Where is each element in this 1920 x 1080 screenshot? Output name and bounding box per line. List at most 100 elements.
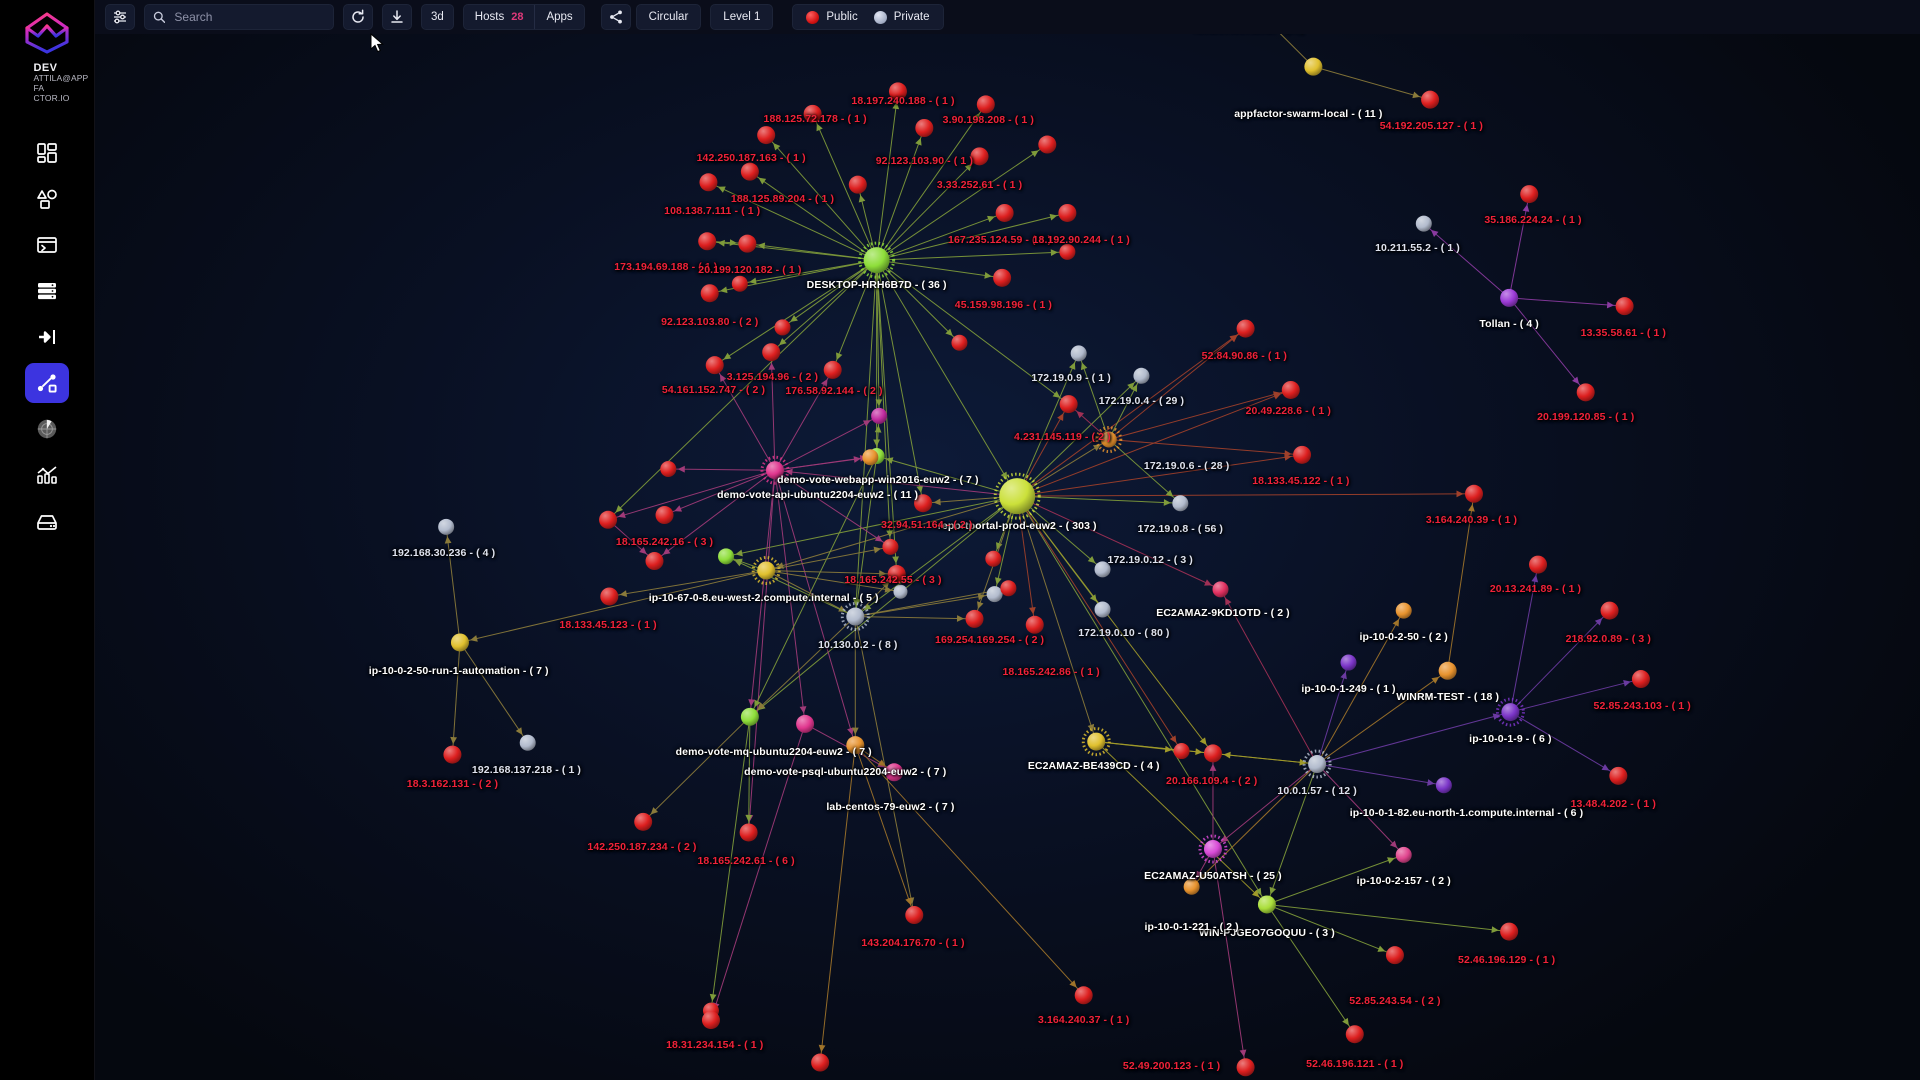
graph-node[interactable] bbox=[1345, 1025, 1364, 1044]
graph-node[interactable] bbox=[965, 609, 984, 628]
graph-node[interactable] bbox=[1257, 895, 1276, 914]
graph-node[interactable] bbox=[450, 633, 469, 652]
graph-node[interactable] bbox=[698, 232, 717, 251]
graph-node[interactable] bbox=[774, 319, 791, 336]
graph-node[interactable] bbox=[995, 203, 1014, 222]
graph-node[interactable] bbox=[519, 734, 536, 751]
graph-node[interactable] bbox=[848, 175, 867, 194]
graph-node[interactable] bbox=[882, 538, 899, 555]
graph-node[interactable] bbox=[1631, 670, 1650, 689]
graph-node[interactable] bbox=[885, 763, 904, 782]
apps-tab[interactable]: Apps bbox=[534, 5, 583, 29]
graph-node[interactable] bbox=[740, 707, 759, 726]
graph-node[interactable] bbox=[738, 234, 757, 253]
search-box[interactable] bbox=[144, 4, 334, 30]
graph-node[interactable] bbox=[914, 494, 933, 513]
graph-node[interactable] bbox=[1212, 581, 1229, 598]
graph-node[interactable] bbox=[1203, 744, 1222, 763]
graph-node[interactable] bbox=[1094, 561, 1111, 578]
three-d-toggle-button[interactable]: 3d bbox=[421, 4, 454, 30]
graph-node[interactable] bbox=[1094, 601, 1111, 618]
graph-node[interactable] bbox=[1281, 380, 1300, 399]
graph-node[interactable] bbox=[888, 82, 907, 101]
graph-node[interactable] bbox=[1600, 601, 1619, 620]
graph-node[interactable] bbox=[803, 104, 822, 123]
graph-node[interactable] bbox=[796, 714, 815, 733]
graph-node[interactable] bbox=[599, 510, 618, 529]
graph-node[interactable] bbox=[1100, 431, 1117, 448]
share-button[interactable] bbox=[600, 4, 631, 30]
graph-node[interactable] bbox=[1609, 766, 1628, 785]
graph-node[interactable] bbox=[718, 548, 735, 565]
graph-node[interactable] bbox=[1395, 602, 1412, 619]
graph-node[interactable] bbox=[438, 518, 455, 535]
graph-node[interactable] bbox=[893, 584, 908, 599]
graph-node[interactable] bbox=[757, 561, 776, 580]
graph-node[interactable] bbox=[1236, 1058, 1255, 1077]
search-input[interactable] bbox=[172, 9, 325, 25]
graph-node[interactable] bbox=[1203, 839, 1222, 858]
graph-node[interactable] bbox=[1000, 580, 1017, 597]
graph-node[interactable] bbox=[1615, 297, 1634, 316]
level-selector-button[interactable]: Level 1 bbox=[710, 4, 774, 30]
graph-node[interactable] bbox=[1385, 946, 1404, 965]
sidebar-item-topology[interactable] bbox=[25, 363, 69, 404]
graph-node[interactable] bbox=[1500, 288, 1519, 307]
graph-node[interactable] bbox=[863, 247, 890, 274]
sidebar-item-storage[interactable] bbox=[25, 501, 69, 541]
graph-node[interactable] bbox=[1435, 777, 1452, 794]
graph-node[interactable] bbox=[1438, 661, 1457, 680]
brand[interactable]: DEV ATTILA@APPFA CTOR.IO bbox=[0, 8, 95, 103]
graph-node[interactable] bbox=[846, 607, 865, 626]
topology-graph-svg[interactable] bbox=[95, 34, 1920, 1080]
graph-node[interactable] bbox=[740, 162, 759, 181]
graph-node[interactable] bbox=[1465, 484, 1484, 503]
sidebar-item-shapes[interactable] bbox=[25, 179, 69, 219]
graph-node[interactable] bbox=[765, 461, 784, 480]
graph-node[interactable] bbox=[1059, 243, 1076, 260]
download-button[interactable] bbox=[382, 4, 412, 30]
graph-node[interactable] bbox=[1236, 319, 1255, 338]
hosts-tab[interactable]: Hosts 28 bbox=[464, 5, 535, 29]
graph-node[interactable] bbox=[739, 823, 758, 842]
graph-node[interactable] bbox=[1038, 135, 1057, 154]
graph-node[interactable] bbox=[1308, 755, 1327, 774]
sidebar-item-servers[interactable] bbox=[25, 271, 69, 311]
graph-node[interactable] bbox=[1340, 654, 1357, 671]
graph-node[interactable] bbox=[1293, 445, 1312, 464]
sidebar-item-analytics[interactable] bbox=[25, 455, 69, 495]
graph-node[interactable] bbox=[701, 1011, 720, 1030]
refresh-button[interactable] bbox=[343, 4, 373, 30]
graph-node[interactable] bbox=[1074, 986, 1093, 1005]
graph-node[interactable] bbox=[757, 126, 776, 145]
graph-node[interactable] bbox=[600, 587, 619, 606]
graph-node[interactable] bbox=[1183, 878, 1200, 895]
sidebar-item-terminal[interactable] bbox=[25, 225, 69, 265]
graph-node[interactable] bbox=[993, 268, 1012, 287]
graph-node[interactable] bbox=[1395, 846, 1412, 863]
sidebar-item-login[interactable] bbox=[25, 317, 69, 357]
graph-node[interactable] bbox=[1501, 703, 1520, 722]
graph-node[interactable] bbox=[1576, 383, 1595, 402]
graph-node[interactable] bbox=[1304, 57, 1323, 76]
private-toggle[interactable]: Private bbox=[873, 10, 930, 24]
graph-node[interactable] bbox=[823, 360, 842, 379]
graph-node[interactable] bbox=[700, 284, 719, 303]
graph-node[interactable] bbox=[1415, 215, 1432, 232]
graph-node[interactable] bbox=[976, 95, 995, 114]
graph-node[interactable] bbox=[986, 586, 1003, 603]
layout-mode-button[interactable]: Circular bbox=[635, 4, 702, 30]
graph-node[interactable] bbox=[1087, 732, 1106, 751]
graph-node[interactable] bbox=[871, 407, 888, 424]
graph-canvas[interactable]: DESKTOP-HRH6B7D - ( 36 ) reportportal-pro… bbox=[95, 34, 1920, 1080]
graph-node[interactable] bbox=[1025, 615, 1044, 634]
graph-node[interactable] bbox=[951, 334, 968, 351]
graph-node[interactable] bbox=[999, 478, 1036, 515]
graph-node[interactable] bbox=[705, 356, 724, 375]
graph-node[interactable] bbox=[811, 1053, 830, 1072]
graph-node[interactable] bbox=[905, 906, 924, 925]
public-toggle[interactable]: Public bbox=[806, 10, 858, 24]
graph-node[interactable] bbox=[985, 550, 1002, 567]
graph-node[interactable] bbox=[645, 552, 664, 571]
graph-node[interactable] bbox=[846, 736, 865, 755]
